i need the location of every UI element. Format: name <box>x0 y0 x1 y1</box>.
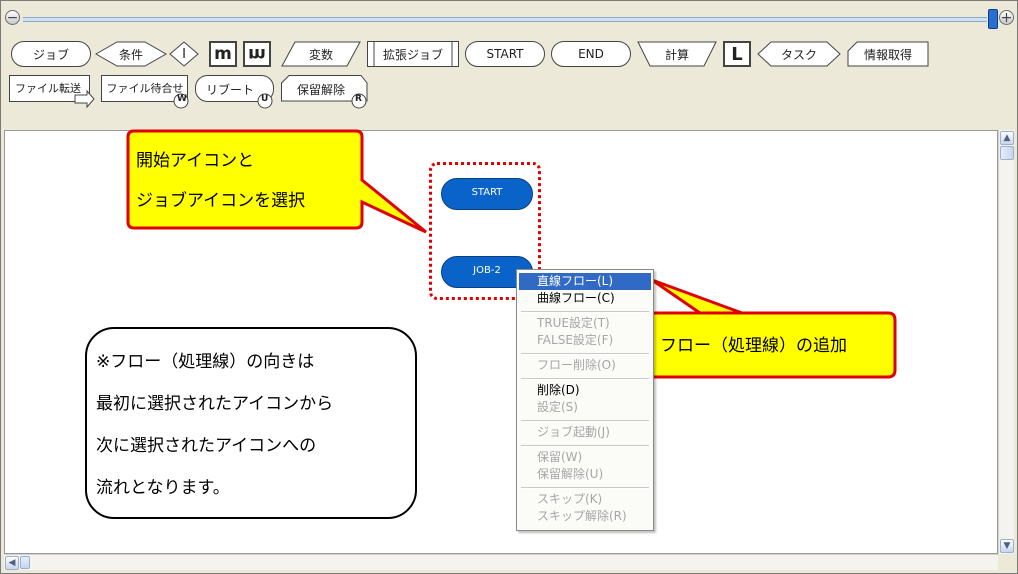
menu-item-settings[interactable]: 設定(S) <box>519 399 651 416</box>
menu-item-false-setting[interactable]: FALSE設定(F) <box>519 332 651 349</box>
palette-variable[interactable]: 変数 <box>281 41 361 67</box>
palette-info-get[interactable]: 情報取得 <box>847 41 929 67</box>
select-callout-line1: 開始アイコンと <box>136 151 255 171</box>
palette-branch[interactable]: I <box>169 41 199 67</box>
palette-hold-release[interactable]: 保留解除 R <box>281 75 369 109</box>
palette-end[interactable]: END <box>551 41 631 67</box>
zoom-out-icon[interactable]: − <box>5 10 20 25</box>
palette-parallel-end-symbol: m <box>248 44 266 64</box>
scroll-up-icon[interactable]: ▲ <box>1000 131 1014 145</box>
palette-variable-label: 変数 <box>308 47 333 62</box>
palette-reboot-label: リブート <box>205 82 254 97</box>
horizontal-scroll-thumb[interactable] <box>20 556 30 569</box>
palette-extended-job-label: 拡張ジョブ <box>382 47 443 62</box>
palette-task-label: タスク <box>780 47 817 62</box>
menu-item-start-job[interactable]: ジョブ起動(J) <box>519 424 651 441</box>
palette-condition-label: 条件 <box>118 47 143 62</box>
palette-calc-label: 計算 <box>664 47 689 62</box>
horizontal-scrollbar[interactable]: ◀ <box>4 554 998 570</box>
note-line2: 最初に選択されたアイコンから <box>96 394 334 414</box>
palette-hold-release-label: 保留解除 <box>296 82 345 97</box>
palette-info-get-label: 情報取得 <box>863 47 912 62</box>
add-flow-callout-text: フロー（処理線）の追加 <box>660 336 847 356</box>
zoom-slider[interactable]: − + <box>1 1 1017 35</box>
palette-branch-symbol: I <box>182 46 186 62</box>
palette-task[interactable]: タスク <box>757 41 841 67</box>
palette-job-label: ジョブ <box>32 47 69 62</box>
zoom-track[interactable] <box>23 17 987 22</box>
palette-loop-symbol: L <box>731 43 743 65</box>
context-menu: 直線フロー(L) 曲線フロー(C) TRUE設定(T) FALSE設定(F) フ… <box>516 269 654 531</box>
menu-item-curved-flow[interactable]: 曲線フロー(C) <box>519 290 651 307</box>
menu-item-skip-release[interactable]: スキップ解除(R) <box>519 508 651 525</box>
palette-start[interactable]: START <box>465 41 545 67</box>
menu-separator <box>521 420 649 422</box>
zoom-thumb[interactable] <box>988 9 998 29</box>
palette-file-transfer-label: ファイル転送 <box>15 82 81 95</box>
menu-item-delete-flow[interactable]: フロー削除(O) <box>519 357 651 374</box>
menu-separator <box>521 353 649 355</box>
menu-item-true-setting[interactable]: TRUE設定(T) <box>519 315 651 332</box>
menu-item-delete[interactable]: 削除(D) <box>519 382 651 399</box>
vertical-scroll-thumb[interactable] <box>1000 146 1014 160</box>
palette-parallel-end[interactable]: m <box>243 41 271 67</box>
menu-item-hold-release[interactable]: 保留解除(U) <box>519 466 651 483</box>
palette-end-label: END <box>578 47 604 61</box>
palette-parallel-start-symbol: m <box>214 44 232 64</box>
menu-separator <box>521 311 649 313</box>
palette-calc[interactable]: 計算 <box>637 41 717 67</box>
reboot-badge-icon: U <box>261 94 269 104</box>
palette-file-wait[interactable]: ファイル待合せ W <box>101 75 189 109</box>
palette-file-transfer[interactable]: ファイル転送 <box>9 75 95 109</box>
palette-condition[interactable]: 条件 <box>94 41 168 67</box>
palette-start-label: START <box>486 47 524 61</box>
menu-item-skip[interactable]: スキップ(K) <box>519 491 651 508</box>
note-line1: ※フロー（処理線）の向きは <box>96 352 315 372</box>
note-line4: 流れとなります。 <box>96 478 230 498</box>
palette-file-wait-label: ファイル待合せ <box>106 82 184 95</box>
menu-separator <box>521 487 649 489</box>
menu-item-straight-flow[interactable]: 直線フロー(L) <box>519 273 651 290</box>
palette-reboot[interactable]: リブート U <box>195 75 275 109</box>
menu-separator <box>521 445 649 447</box>
release-badge-icon: R <box>355 94 362 104</box>
palette-loop[interactable]: L <box>723 41 751 67</box>
zoom-in-icon[interactable]: + <box>999 10 1014 25</box>
palette-parallel-start[interactable]: m <box>209 41 237 67</box>
icon-palette: ジョブ 条件 I m m 変数 拡張ジョブ START END 計算 L タスク… <box>1 35 1017 131</box>
palette-extended-job[interactable]: 拡張ジョブ <box>367 41 459 67</box>
vertical-scrollbar[interactable]: ▲ ▼ <box>998 130 1014 554</box>
menu-separator <box>521 378 649 380</box>
scroll-down-icon[interactable]: ▼ <box>1000 539 1014 553</box>
select-callout-line2: ジョブアイコンを選択 <box>136 191 306 211</box>
palette-job[interactable]: ジョブ <box>11 41 91 67</box>
scroll-left-icon[interactable]: ◀ <box>5 556 19 570</box>
wait-badge-icon: W <box>177 94 187 104</box>
menu-item-hold[interactable]: 保留(W) <box>519 449 651 466</box>
note-line3: 次に選択されたアイコンへの <box>96 436 317 456</box>
